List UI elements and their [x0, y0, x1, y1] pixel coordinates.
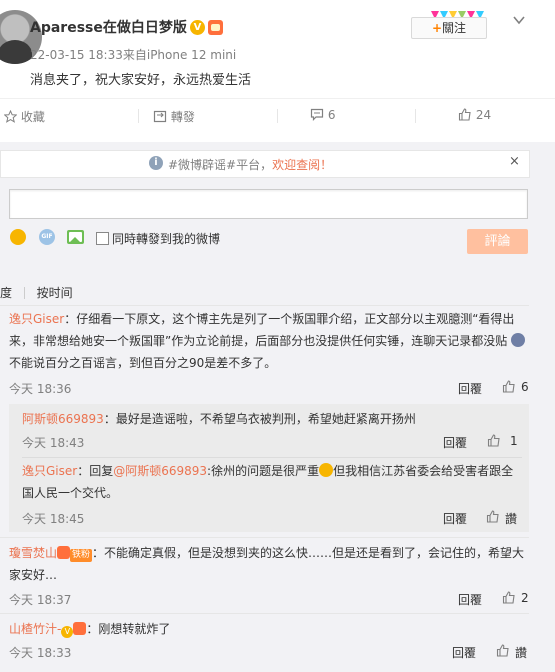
- comment-time: 今天 18:37: [9, 593, 72, 607]
- comment-input[interactable]: [9, 189, 528, 219]
- favorite-label: 收藏: [20, 110, 45, 124]
- crying-laugh-emoji-icon: [319, 463, 334, 477]
- close-icon[interactable]: ×: [509, 154, 520, 169]
- follow-label: 關注: [442, 21, 467, 35]
- mention-link[interactable]: @阿斯顿669893: [113, 464, 207, 478]
- comment-text: :徐州的问题是很严重: [207, 464, 320, 478]
- divider: [0, 305, 529, 306]
- reply-button[interactable]: 回覆: [452, 644, 476, 661]
- comment-body: 山楂竹汁- V ：刚想转就炸了: [9, 618, 170, 640]
- reply-button[interactable]: 回覆: [458, 591, 482, 608]
- comment-text-line: 来，非常想给她安一个叛国罪”作为立论前提，后面部分也没提供任何实锤，连聊天记录都…: [9, 334, 508, 348]
- comment-like-label[interactable]: 讚: [515, 644, 527, 661]
- thumbs-up-icon[interactable]: [502, 380, 516, 396]
- divider: [22, 457, 522, 458]
- comment-icon: [310, 108, 324, 121]
- rumor-notice-text[interactable]: #微博辟谣#平台，欢迎查阅！: [168, 156, 332, 173]
- gif-icon[interactable]: GIF: [39, 229, 55, 245]
- chevron-down-icon[interactable]: [512, 13, 526, 27]
- divider: [0, 613, 529, 614]
- sort-by-time[interactable]: 按时间: [37, 286, 73, 300]
- notice-highlight[interactable]: 欢迎查阅！: [272, 158, 332, 172]
- comment-author[interactable]: 逸只Giser: [22, 464, 77, 478]
- comment-text-line: 家安好…: [9, 568, 58, 582]
- follow-button[interactable]: +關注: [411, 17, 487, 39]
- divider: [0, 537, 529, 538]
- post-text: 消息夹了，祝大家安好，永远热爱生活: [30, 73, 252, 88]
- sort-bar: 度 按时间: [0, 284, 73, 301]
- comment-like-label[interactable]: 讚: [505, 510, 517, 527]
- like-count: 24: [475, 108, 492, 122]
- comment-author[interactable]: 瓊雪焚山: [9, 546, 57, 560]
- sub-reply-body: 逸只Giser：回复@阿斯顿669893:徐州的问题是很严重 但我相信江苏省委会给…: [22, 460, 527, 504]
- notice-prefix: #微博辟谣#平台，: [168, 158, 273, 172]
- comment-time: 今天 18:43: [22, 436, 85, 450]
- info-icon: i: [149, 156, 163, 170]
- emoji-icon[interactable]: [10, 229, 26, 245]
- comment-text: 国人民一个交代。: [22, 486, 119, 500]
- comment-button[interactable]: 6: [310, 108, 335, 122]
- comment-count: 6: [327, 108, 336, 122]
- reply-button[interactable]: 回覆: [443, 510, 467, 527]
- reply-button[interactable]: 回覆: [443, 434, 467, 451]
- comment-time: 今天 18:33: [9, 646, 72, 660]
- fan-badge: 铁粉: [70, 549, 93, 562]
- thumbs-up-icon[interactable]: [496, 644, 510, 660]
- sub-reply-body: 阿斯顿669893：最好是造谣啦，不希望乌衣被判刑，希望她赶紧离开扬州: [22, 408, 416, 430]
- comment-text: 但我相信江苏省委会给受害者跟全: [333, 464, 514, 478]
- verified-badge-icon: V: [190, 20, 205, 35]
- star-icon: [3, 109, 18, 123]
- vip-crown-icon: [208, 20, 223, 35]
- thumbs-up-icon[interactable]: [487, 434, 501, 450]
- post-action-bar: 收藏 轉發 6 24: [0, 98, 555, 133]
- comment-like-count: 6: [521, 380, 529, 394]
- comment-body: 瓊雪焚山 铁粉 ：不能确定真假，但是没想到夹的这么快……但是还是看到了，会记住的，希…: [9, 542, 529, 586]
- repost-icon: [153, 110, 167, 123]
- comment-author[interactable]: 山楂竹汁-: [9, 622, 61, 636]
- repost-checkbox[interactable]: [96, 232, 109, 245]
- comment-like-count: 2: [521, 591, 529, 605]
- comment-text: ：最好是造谣啦，不希望乌衣被判刑，希望她赶紧离开扬州: [103, 412, 416, 426]
- verified-badge-icon: V: [61, 626, 74, 638]
- comment-text: ：刚想转就炸了: [86, 622, 171, 636]
- comment-text-line: 不能说百分之百谣言，到但百分之90是差不多了。: [9, 356, 277, 370]
- sort-by-hot[interactable]: 度: [0, 286, 12, 300]
- favorite-button[interactable]: 收藏: [3, 108, 45, 125]
- submit-comment-button[interactable]: 評論: [467, 229, 528, 254]
- comment-text-line: ：不能确定真假，但是没想到夹的这么快……但是还是看到了，会记住的，希望大: [92, 546, 525, 560]
- post-author-name[interactable]: Aparesse在做白日梦版: [30, 17, 187, 37]
- comment-text: ：回复: [77, 464, 114, 478]
- comment-author[interactable]: 阿斯顿669893: [22, 412, 104, 426]
- repost-button[interactable]: 轉發: [153, 108, 195, 125]
- embedded-emoji-icon: [511, 333, 526, 347]
- comment-like-count: 1: [510, 434, 518, 448]
- comment-author[interactable]: 逸只Giser: [9, 312, 64, 326]
- thumbs-up-icon: [458, 108, 471, 121]
- vip-crown-icon: [73, 622, 87, 635]
- comment-time: 今天 18:36: [9, 382, 72, 396]
- repost-checkbox-label: 同時轉發到我的微博: [112, 232, 221, 246]
- comment-body: 逸只Giser：仔细看一下原文，这个博主先是列了一个叛国罪介绍，正文部分以主观臆…: [9, 308, 529, 374]
- comment-time: 今天 18:45: [22, 512, 85, 526]
- follow-plus-icon: +: [431, 21, 443, 35]
- post-time-source: 22-03-15 18:33来自iPhone 12 mini: [30, 48, 237, 62]
- thumbs-up-icon[interactable]: [486, 510, 500, 526]
- repost-label: 轉發: [170, 110, 195, 124]
- like-button[interactable]: 24: [458, 108, 491, 122]
- image-icon[interactable]: [67, 230, 84, 244]
- vip-crown-icon: [57, 546, 71, 559]
- reply-button[interactable]: 回覆: [458, 380, 482, 397]
- thumbs-up-icon[interactable]: [502, 591, 516, 607]
- comment-text-line: ：仔细看一下原文，这个博主先是列了一个叛国罪介绍，正文部分以主观臆测“看得出: [64, 312, 515, 326]
